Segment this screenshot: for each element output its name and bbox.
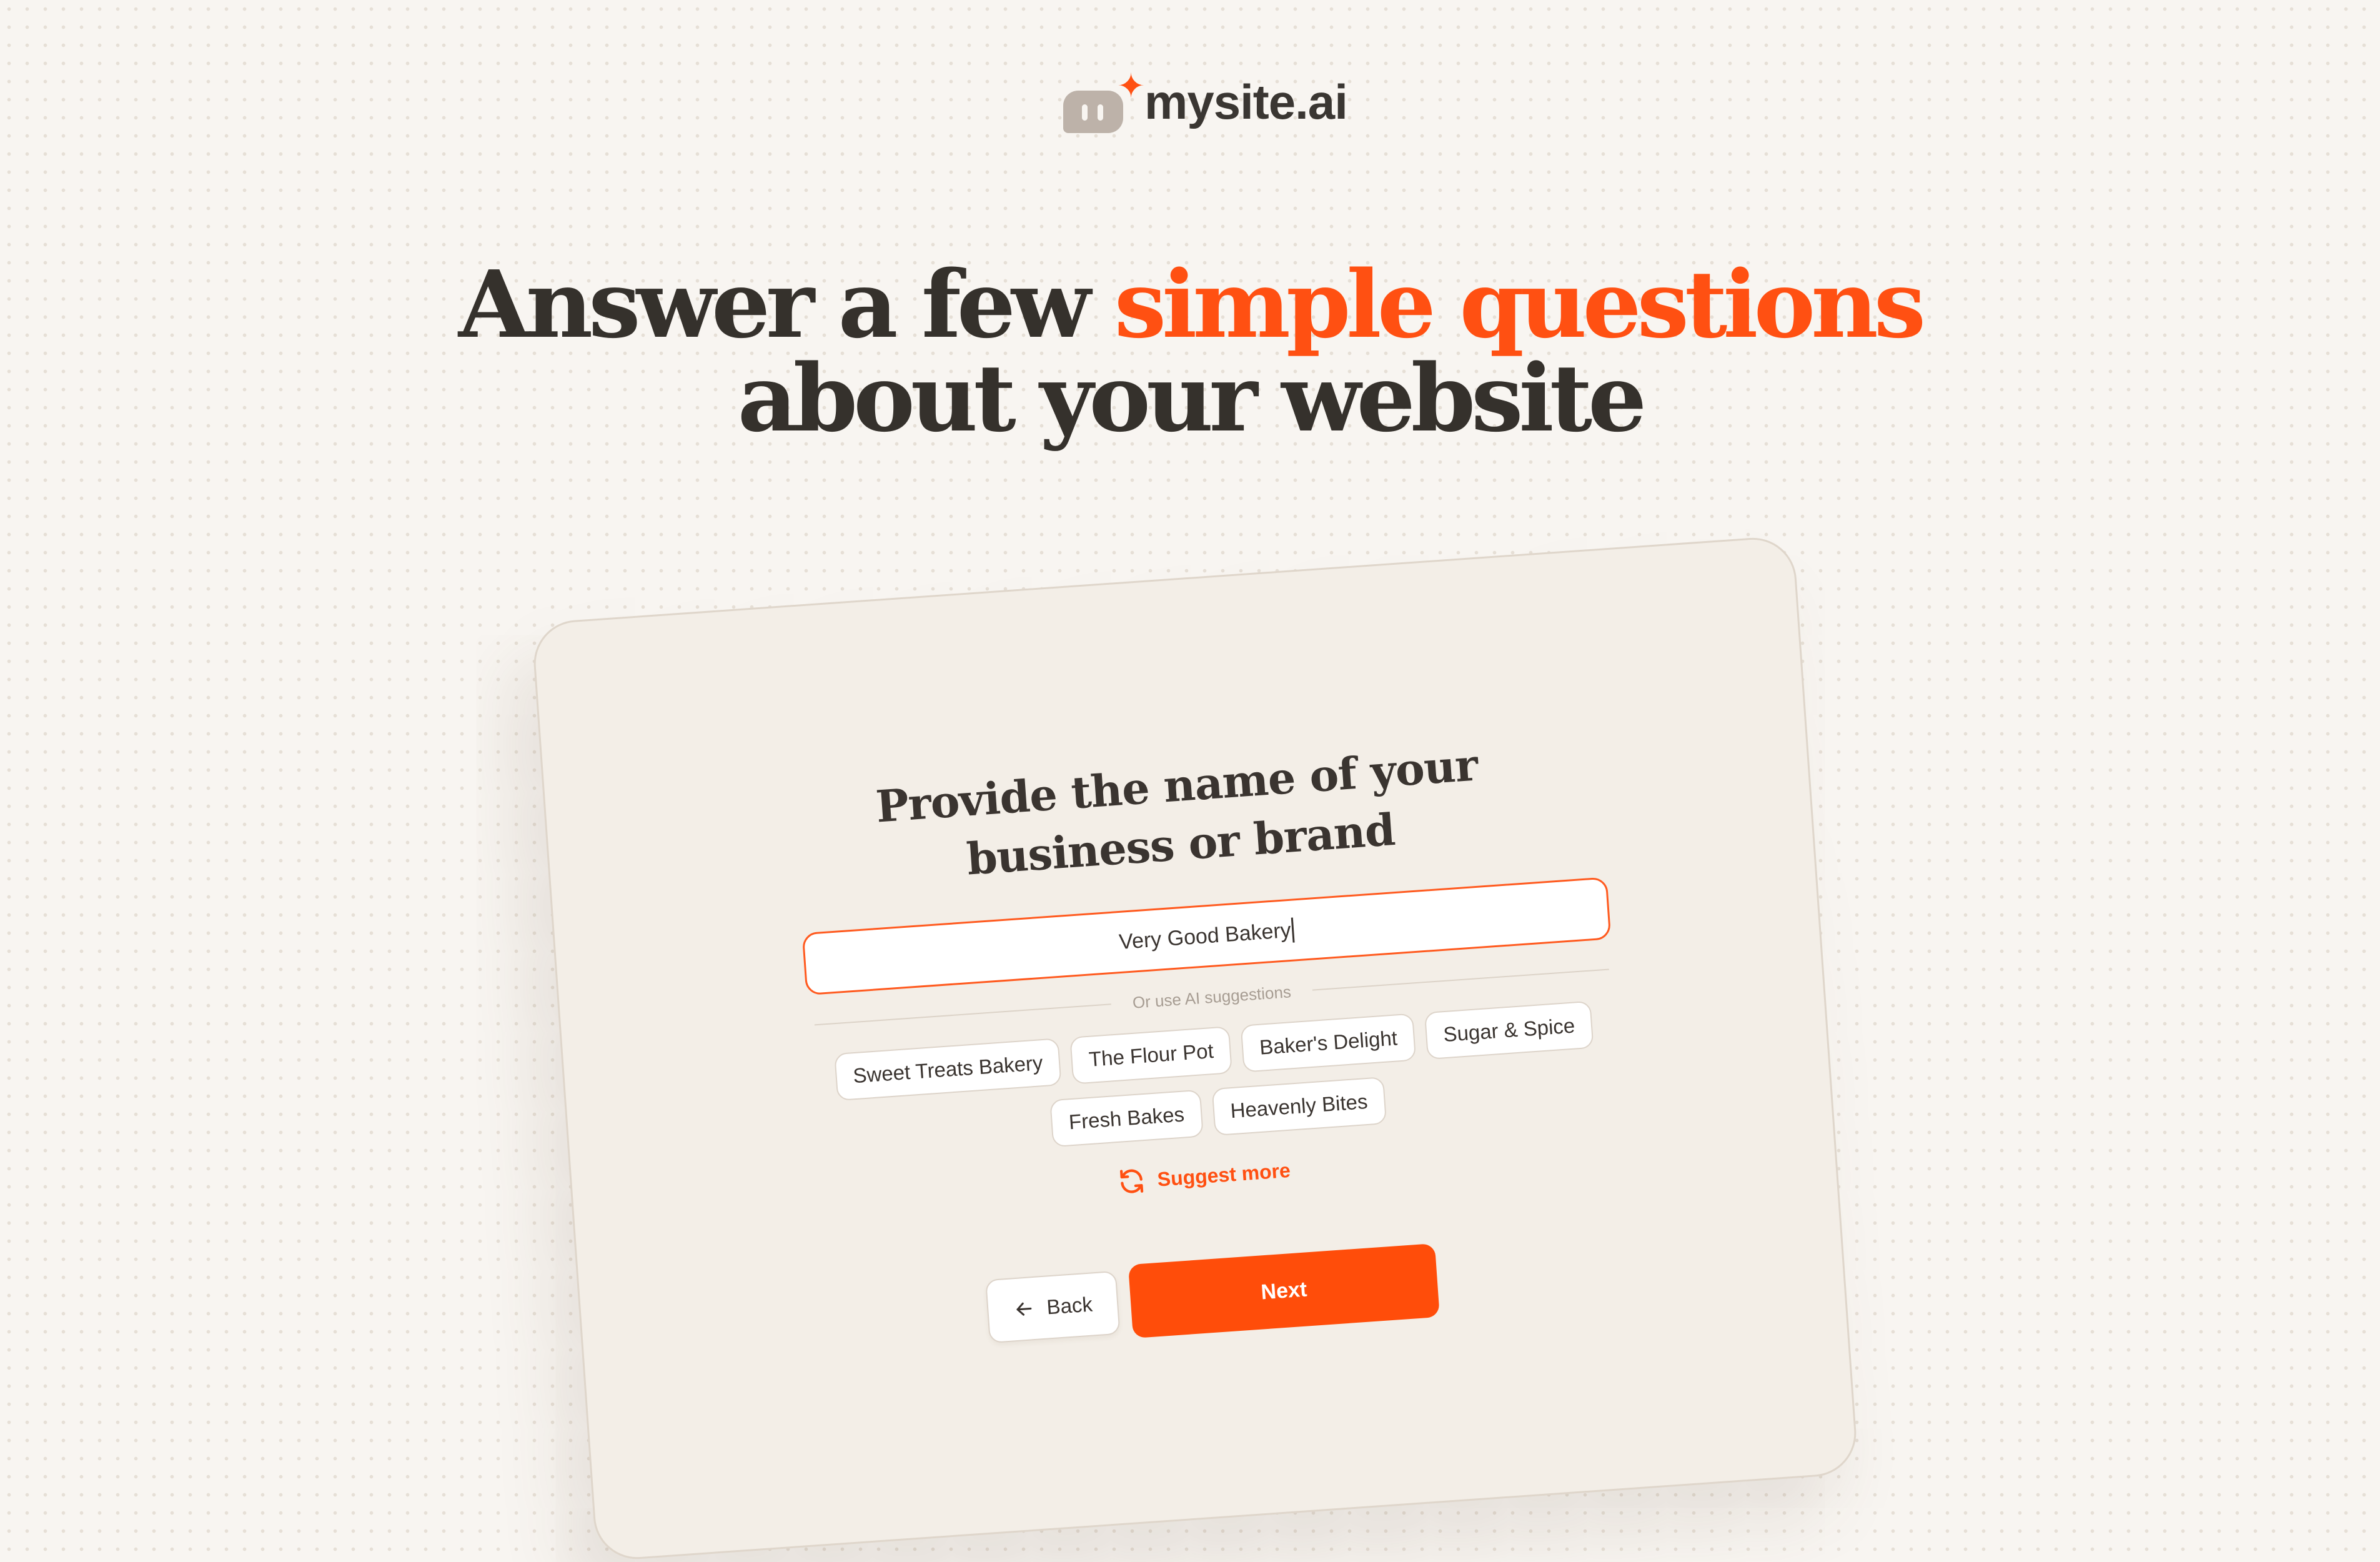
divider-label: Or use AI suggestions	[1131, 982, 1292, 1012]
suggestion-chip[interactable]: Sugar & Spice	[1424, 1000, 1594, 1060]
back-button[interactable]: Back	[985, 1270, 1121, 1344]
suggestion-chip[interactable]: Fresh Bakes	[1049, 1089, 1204, 1148]
logo: ✦ mysite.ai	[1063, 67, 1348, 136]
headline-part1: Answer a few	[458, 250, 1091, 359]
page-headline: Answer a few simple questions about your…	[0, 257, 2380, 445]
business-name-value: Very Good Bakery	[1118, 918, 1292, 954]
headline-accent: simple questions	[1114, 250, 1926, 359]
text-caret	[1291, 917, 1296, 943]
arrow-left-icon	[1016, 1302, 1032, 1316]
suggestion-chip[interactable]: Heavenly Bites	[1211, 1077, 1387, 1137]
logo-icon: ✦	[1063, 69, 1145, 133]
headline-part2: about your website	[737, 344, 1647, 452]
suggestion-chip[interactable]: Baker's Delight	[1240, 1013, 1417, 1073]
next-button[interactable]: Next	[1128, 1243, 1440, 1339]
suggestion-chip[interactable]: The Flour Pot	[1069, 1026, 1233, 1085]
sparkle-icon: ✦	[1117, 66, 1146, 106]
brand-name: mysite.ai	[1144, 74, 1348, 129]
next-label: Next	[1260, 1276, 1308, 1305]
form-actions: Back Next	[580, 1215, 1844, 1377]
question-title: Provide the name of your business or bra…	[545, 713, 1812, 918]
question-card: Provide the name of your business or bra…	[530, 535, 1860, 1562]
back-label: Back	[1046, 1292, 1094, 1319]
suggestion-chip[interactable]: Sweet Treats Bakery	[834, 1038, 1062, 1102]
suggest-more-label: Suggest more	[1156, 1158, 1291, 1191]
refresh-icon	[1120, 1169, 1144, 1193]
